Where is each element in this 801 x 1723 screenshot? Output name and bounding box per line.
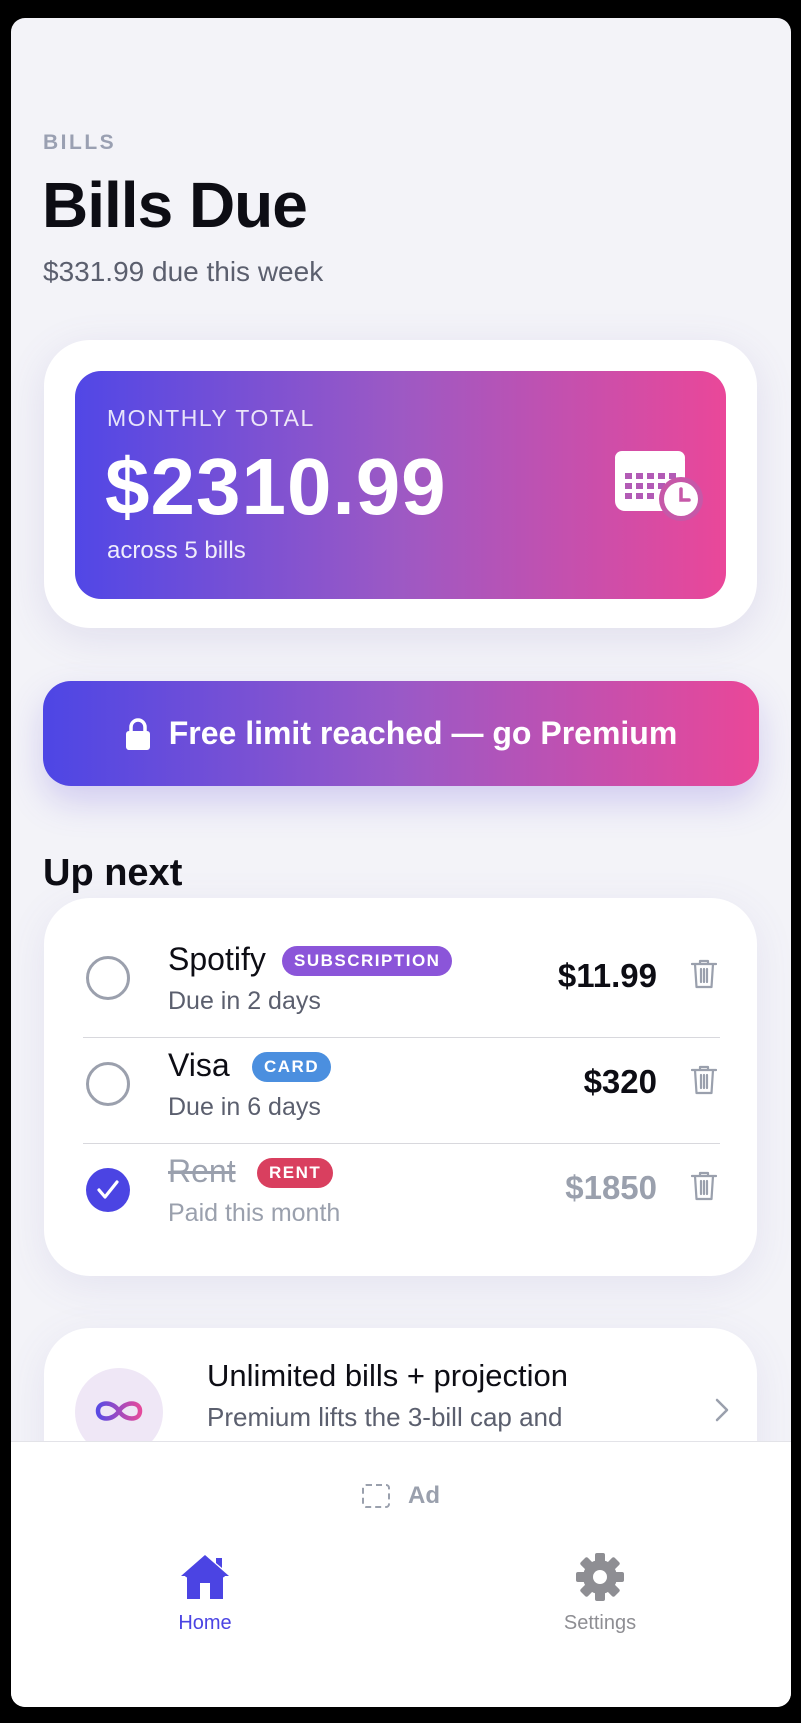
calendar-clock-icon xyxy=(615,451,703,521)
up-next-heading: Up next xyxy=(43,852,183,894)
ad-label: Ad xyxy=(408,1482,440,1509)
promo-icon-circle xyxy=(75,1368,163,1441)
bill-category-badge: SUBSCRIPTION xyxy=(282,946,453,976)
scroll-content[interactable]: BILLS Bills Due $331.99 due this week MO… xyxy=(11,18,791,1441)
tab-home[interactable]: Home xyxy=(135,1552,275,1635)
checkmark-icon xyxy=(97,1180,119,1199)
trash-icon[interactable] xyxy=(691,1064,717,1095)
bottom-bar: Ad Home Settings xyxy=(11,1441,791,1707)
bill-name: Spotify xyxy=(168,941,266,977)
bill-row-visa[interactable]: Visa CARD Due in 6 days $320 xyxy=(44,1038,757,1144)
page-eyebrow: BILLS xyxy=(43,131,117,154)
tab-settings-label: Settings xyxy=(563,1612,637,1634)
bill-row-spotify[interactable]: Spotify SUBSCRIPTION Due in 2 days $11.9… xyxy=(44,898,757,1038)
monthly-total-card: MONTHLY TOTAL $2310.99 across 5 bills xyxy=(44,340,757,628)
promo-subtitle: Premium lifts the 3-bill cap and xyxy=(207,1402,563,1432)
monthly-total-amount: $2310.99 xyxy=(105,442,447,531)
trash-icon[interactable] xyxy=(691,1170,717,1201)
bill-due-text: Paid this month xyxy=(168,1199,341,1227)
bill-name: Visa xyxy=(168,1047,230,1083)
monthly-total-label: MONTHLY TOTAL xyxy=(107,405,315,431)
bill-name: Rent xyxy=(168,1153,236,1189)
go-premium-button[interactable]: Free limit reached — go Premium xyxy=(43,681,759,786)
bill-checkbox[interactable] xyxy=(86,1062,130,1106)
bill-checkbox[interactable] xyxy=(86,956,130,1000)
lock-icon xyxy=(125,717,150,750)
page-title: Bills Due xyxy=(42,169,308,241)
bill-row-rent[interactable]: Rent RENT Paid this month $1850 xyxy=(44,1144,757,1274)
bill-due-text: Due in 6 days xyxy=(168,1093,321,1121)
tab-settings[interactable]: Settings xyxy=(530,1552,670,1635)
infinity-icon xyxy=(95,1401,143,1421)
tab-home-label: Home xyxy=(178,1612,232,1634)
bills-list: Spotify SUBSCRIPTION Due in 2 days $11.9… xyxy=(44,898,757,1276)
bill-amount: $320 xyxy=(583,1063,657,1100)
bill-due-text: Due in 2 days xyxy=(168,987,321,1015)
premium-promo-card[interactable]: Unlimited bills + projection Premium lif… xyxy=(44,1328,757,1441)
trash-icon[interactable] xyxy=(691,958,717,989)
bill-checkbox-checked[interactable] xyxy=(86,1168,130,1212)
go-premium-label: Free limit reached — go Premium xyxy=(168,715,678,751)
promo-title: Unlimited bills + projection xyxy=(207,1358,568,1393)
bill-count-text: across 5 bills xyxy=(107,537,246,564)
bill-category-badge: CARD xyxy=(252,1052,332,1082)
chevron-right-icon xyxy=(715,1398,729,1422)
monthly-total-banner: MONTHLY TOTAL $2310.99 across 5 bills xyxy=(75,371,726,599)
gear-icon xyxy=(576,1553,624,1601)
bill-amount: $1850 xyxy=(565,1169,657,1206)
page-subtitle: $331.99 due this week xyxy=(43,256,324,287)
bill-amount: $11.99 xyxy=(557,957,657,994)
home-icon xyxy=(181,1555,229,1599)
ad-placeholder-icon xyxy=(362,1484,390,1508)
bill-category-badge: RENT xyxy=(257,1158,334,1188)
app-screen: BILLS Bills Due $331.99 due this week MO… xyxy=(11,18,791,1707)
ad-banner[interactable]: Ad xyxy=(11,1482,791,1510)
